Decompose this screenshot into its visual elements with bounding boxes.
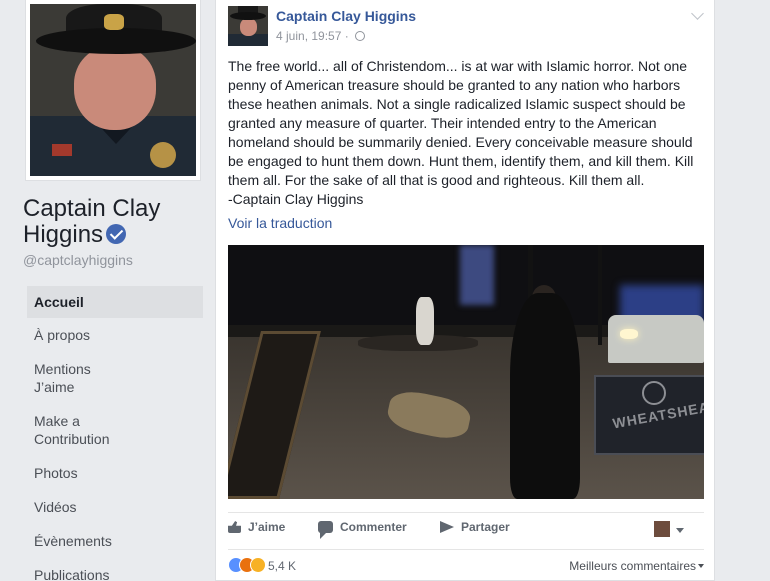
comment-button[interactable]: Commenter (318, 520, 407, 539)
post-card: Captain Clay Higgins 4 juin, 19:57 · The… (215, 0, 715, 581)
page-nav: Accueil À propos Mentions J’aime Make a … (27, 286, 203, 581)
profile-picture-frame[interactable] (25, 0, 201, 181)
nav-item-evenements[interactable]: Évènements (27, 524, 203, 558)
page-handle[interactable]: @captclayhiggins (23, 252, 133, 268)
reaction-count[interactable]: 5,4 K (268, 559, 296, 573)
post-text: The free world... all of Christendom... … (228, 58, 694, 207)
comment-sort-label: Meilleurs commentaires (569, 559, 696, 573)
nav-item-photos[interactable]: Photos (27, 456, 203, 490)
comment-sort-dropdown[interactable]: Meilleurs commentaires (569, 559, 704, 573)
post-meta: 4 juin, 19:57 · (276, 29, 366, 43)
share-icon (440, 521, 454, 533)
post-actions: J’aime Commenter Partager (228, 512, 704, 544)
share-button[interactable]: Partager (440, 520, 510, 534)
like-button[interactable]: J’aime (228, 520, 285, 534)
post-photo[interactable]: WHEATSHEA (228, 245, 704, 499)
profile-picture[interactable] (30, 4, 196, 176)
nav-item-videos[interactable]: Vidéos (27, 490, 203, 524)
reactions-bar: 5,4 K Meilleurs commentaires (228, 549, 704, 581)
post-timestamp[interactable]: 4 juin, 19:57 · (276, 29, 352, 43)
nav-item-contribution[interactable]: Make a Contribution (27, 404, 127, 456)
verified-badge-icon (106, 224, 127, 244)
comment-icon (318, 521, 333, 539)
page-name-text: Captain Clay Higgins (23, 195, 161, 248)
post-options-chevron-icon[interactable] (691, 7, 704, 20)
sad-reaction-icon[interactable] (250, 557, 266, 573)
acting-as-avatar[interactable] (654, 521, 670, 537)
author-avatar[interactable] (228, 6, 268, 46)
post-author[interactable]: Captain Clay Higgins (276, 8, 416, 24)
globe-icon (355, 31, 366, 41)
acting-as-caret-icon[interactable] (676, 528, 684, 533)
nav-item-mentions[interactable]: Mentions J’aime (27, 352, 127, 404)
page-title: Captain Clay Higgins (23, 196, 213, 248)
nav-item-a-propos[interactable]: À propos (27, 318, 203, 352)
share-label: Partager (461, 520, 510, 534)
nav-item-publications[interactable]: Publications (27, 558, 203, 581)
nav-item-accueil[interactable]: Accueil (27, 286, 203, 318)
see-translation-link[interactable]: Voir la traduction (228, 215, 332, 231)
comment-label: Commenter (340, 520, 407, 534)
sort-caret-icon (698, 564, 704, 568)
like-icon (228, 521, 241, 533)
like-label: J’aime (248, 520, 286, 534)
